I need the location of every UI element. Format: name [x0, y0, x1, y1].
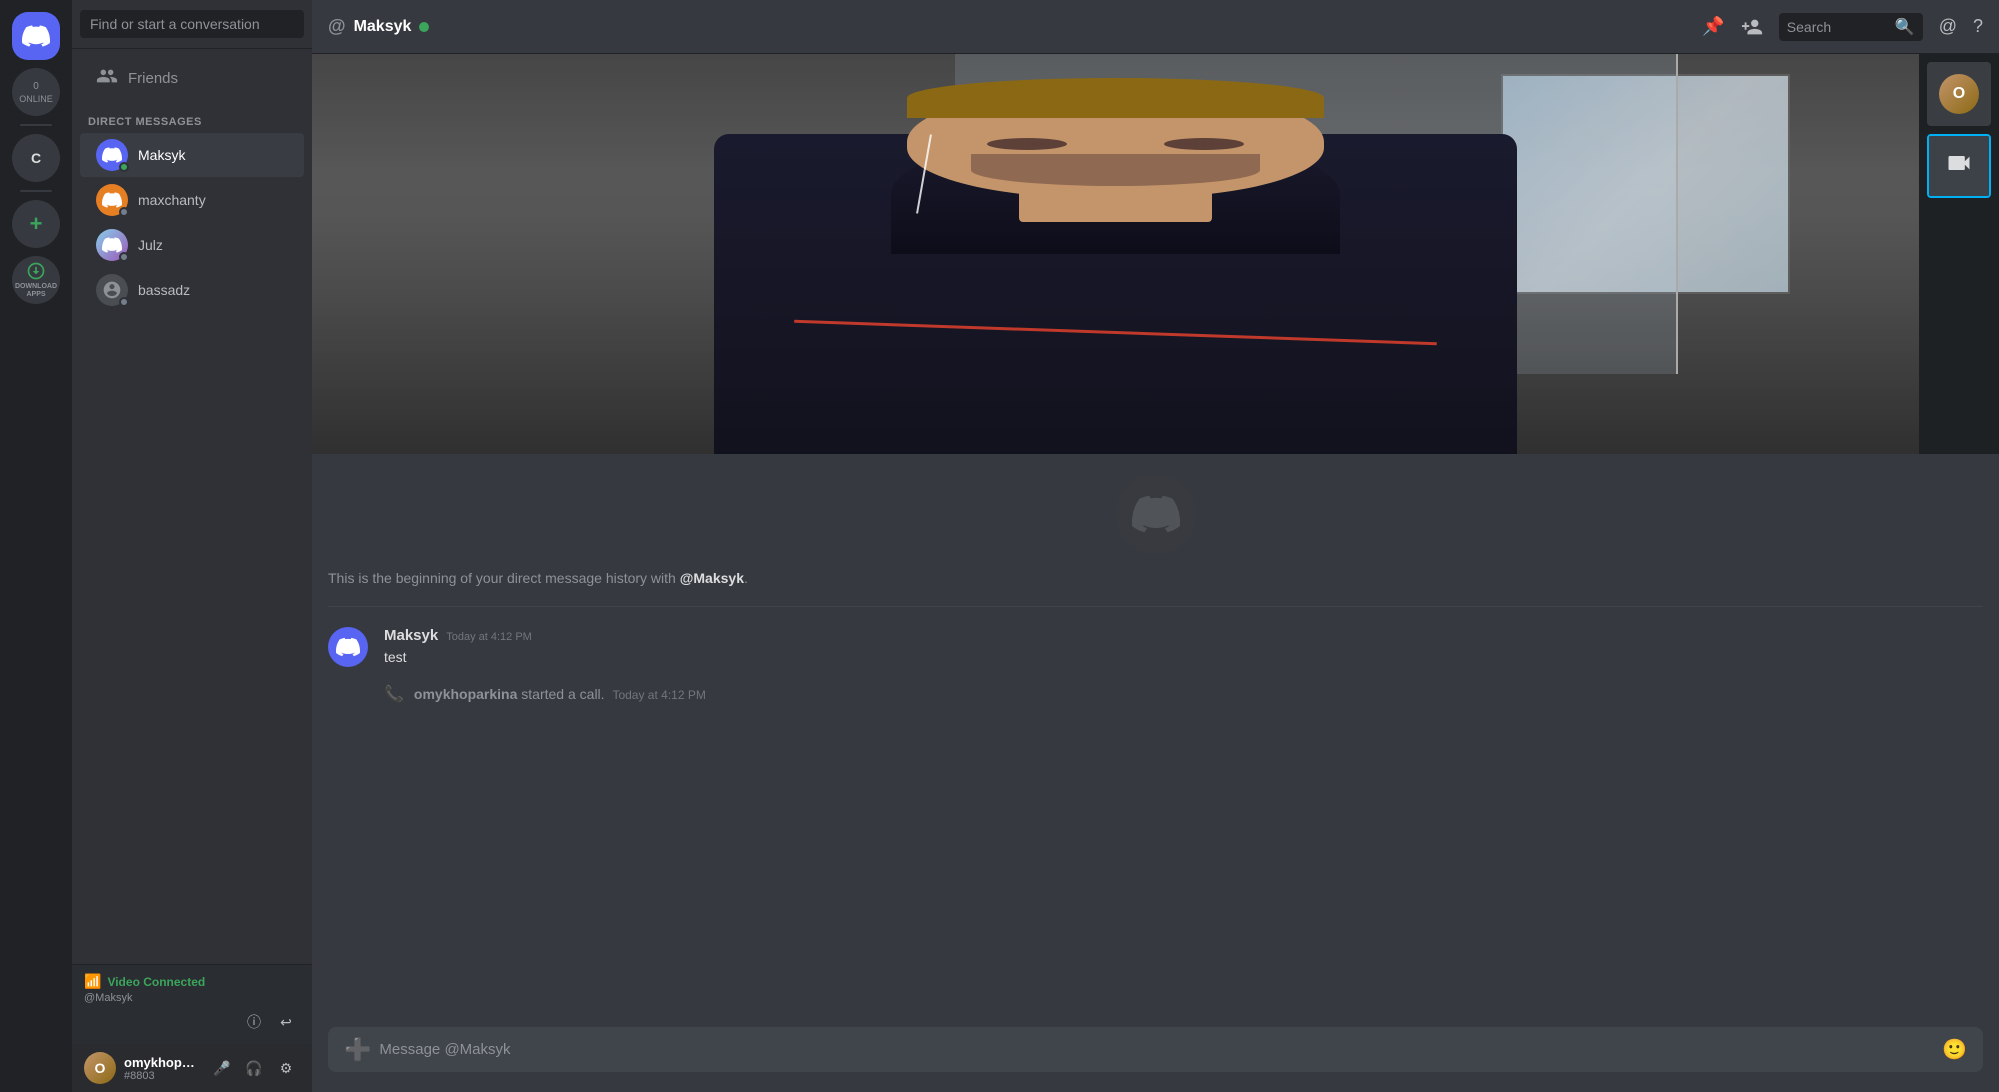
- dm-list: Friends DIRECT MESSAGES Maksyk: [72, 49, 312, 964]
- user-tag: #8803: [124, 1070, 200, 1082]
- voice-controls: ⓘ ↩: [84, 1008, 300, 1036]
- emoji-button[interactable]: 🙂: [1942, 1037, 1967, 1062]
- dm-item-maksyk[interactable]: Maksyk: [80, 133, 304, 177]
- main-video-stream: [312, 54, 1919, 454]
- search-bar[interactable]: 🔍: [1779, 13, 1923, 41]
- channel-sidebar: Friends DIRECT MESSAGES Maksyk: [72, 0, 312, 1092]
- pin-messages-icon[interactable]: 📌: [1702, 16, 1724, 37]
- channel-name: Maksyk: [354, 18, 412, 36]
- messages-container: This is the beginning of your direct mes…: [312, 454, 1999, 1027]
- msg-avatar-maksyk: [328, 627, 368, 667]
- search-bar-area: [72, 0, 312, 49]
- system-action: started a call.: [521, 686, 604, 702]
- dm-item-bassadz[interactable]: bassadz: [80, 268, 304, 312]
- system-time: Today at 4:12 PM: [612, 688, 705, 702]
- camera-off-inner: [1929, 136, 1989, 196]
- history-start-text: This is the beginning of your direct mes…: [328, 570, 1983, 607]
- side-video-user[interactable]: O: [1927, 62, 1991, 126]
- video-content: [312, 54, 1919, 454]
- history-ghost-avatar: [328, 474, 1983, 554]
- camera-off-icon: [1945, 149, 1973, 183]
- history-start-prefix: This is the beginning of your direct mes…: [328, 570, 680, 586]
- system-event-1: 📞 omykhoparkina started a call. Today at…: [328, 684, 1983, 704]
- main-content: @ Maksyk 📌 🔍 @ ?: [312, 0, 1999, 1092]
- online-count-label: ONLINE: [19, 94, 53, 104]
- msg-header-1: Maksyk Today at 4:12 PM: [384, 627, 1983, 644]
- username-display: omykhopark...: [124, 1055, 200, 1070]
- chat-area: This is the beginning of your direct mes…: [312, 454, 1999, 1092]
- side-videos: O: [1919, 54, 1999, 454]
- dm-avatar-bassadz: [96, 274, 128, 306]
- server-icon-c[interactable]: C: [12, 134, 60, 182]
- voice-channel-name: @Maksyk: [84, 992, 300, 1004]
- help-icon[interactable]: ?: [1973, 16, 1983, 37]
- dm-avatar-maksyk: [96, 139, 128, 171]
- video-call-area: O: [312, 54, 1999, 454]
- dm-item-julz[interactable]: Julz: [80, 223, 304, 267]
- search-icon: 🔍: [1895, 17, 1915, 37]
- voice-status: 📶 Video Connected: [84, 973, 300, 990]
- dm-item-maxchanty[interactable]: maxchanty: [80, 178, 304, 222]
- msg-text-1: test: [384, 648, 1983, 668]
- server-list: 0 ONLINE C + DOWNLOADAPPS: [0, 0, 72, 1092]
- user-avatar: O: [84, 1052, 116, 1084]
- server-icon-online: 0 ONLINE: [12, 68, 60, 116]
- server-icon-discord[interactable]: [12, 12, 60, 60]
- message-input-area: ➕ 🙂: [312, 1027, 1999, 1092]
- dm-name-maksyk: Maksyk: [138, 147, 185, 163]
- status-dot-julz: [119, 252, 129, 262]
- user-controls: 🎤 🎧 ⚙: [208, 1054, 300, 1082]
- voice-disconnect-button[interactable]: ↩: [272, 1008, 300, 1036]
- at-sign: @: [328, 16, 346, 37]
- history-start-name: @Maksyk: [680, 570, 744, 586]
- attach-button[interactable]: ➕: [344, 1037, 371, 1063]
- user-info: omykhopark... #8803: [124, 1055, 200, 1082]
- dm-section-label: DIRECT MESSAGES: [72, 100, 312, 132]
- system-event-text: omykhoparkina started a call. Today at 4…: [414, 686, 706, 702]
- dm-avatar-julz: [96, 229, 128, 261]
- dm-name-maxchanty: maxchanty: [138, 192, 206, 208]
- find-conversation-input[interactable]: [80, 10, 304, 38]
- voice-info-button[interactable]: ⓘ: [240, 1008, 268, 1036]
- voice-status-text: Video Connected: [107, 975, 205, 989]
- status-dot-maxchanty: [119, 207, 129, 217]
- server-divider: [20, 124, 52, 126]
- dm-name-bassadz: bassadz: [138, 282, 190, 298]
- add-friend-icon[interactable]: [1741, 16, 1763, 38]
- online-indicator: [419, 22, 429, 32]
- user-settings-button[interactable]: ⚙: [272, 1054, 300, 1082]
- dm-name-julz: Julz: [138, 237, 163, 253]
- top-bar-actions: 📌 🔍 @ ?: [1702, 13, 1983, 41]
- phone-icon: 📞: [384, 684, 404, 704]
- mention-icon[interactable]: @: [1939, 16, 1957, 37]
- msg-username-maksyk: Maksyk: [384, 627, 438, 644]
- history-start-period: .: [744, 570, 748, 586]
- online-count-number: 0: [33, 81, 39, 92]
- mute-button[interactable]: 🎤: [208, 1054, 236, 1082]
- status-dot-maksyk: [119, 162, 129, 172]
- message-input-wrapper: ➕ 🙂: [328, 1027, 1983, 1072]
- dm-avatar-maxchanty: [96, 184, 128, 216]
- status-dot-bassadz: [119, 297, 129, 307]
- system-actor: omykhoparkina: [414, 686, 517, 702]
- download-apps-button[interactable]: DOWNLOADAPPS: [12, 256, 60, 304]
- search-input[interactable]: [1787, 19, 1887, 35]
- deafen-button[interactable]: 🎧: [240, 1054, 268, 1082]
- top-bar: @ Maksyk 📌 🔍 @ ?: [312, 0, 1999, 54]
- voice-bars-icon: 📶: [84, 973, 101, 990]
- side-video-camera-off[interactable]: [1927, 134, 1991, 198]
- add-server-button[interactable]: +: [12, 200, 60, 248]
- server-divider-2: [20, 190, 52, 192]
- message-input[interactable]: [379, 1027, 1934, 1072]
- friends-nav-item[interactable]: Friends: [80, 57, 304, 100]
- msg-timestamp-1: Today at 4:12 PM: [446, 631, 532, 643]
- voice-connected-bar: 📶 Video Connected @Maksyk ⓘ ↩: [72, 964, 312, 1044]
- msg-content-1: Maksyk Today at 4:12 PM test: [384, 627, 1983, 668]
- message-group-1: Maksyk Today at 4:12 PM test: [328, 627, 1983, 668]
- channel-title: @ Maksyk: [328, 16, 429, 37]
- download-label: DOWNLOADAPPS: [15, 283, 57, 300]
- friends-icon: [96, 65, 118, 92]
- user-bar: O omykhopark... #8803 🎤 🎧 ⚙: [72, 1044, 312, 1092]
- friends-label: Friends: [128, 70, 178, 87]
